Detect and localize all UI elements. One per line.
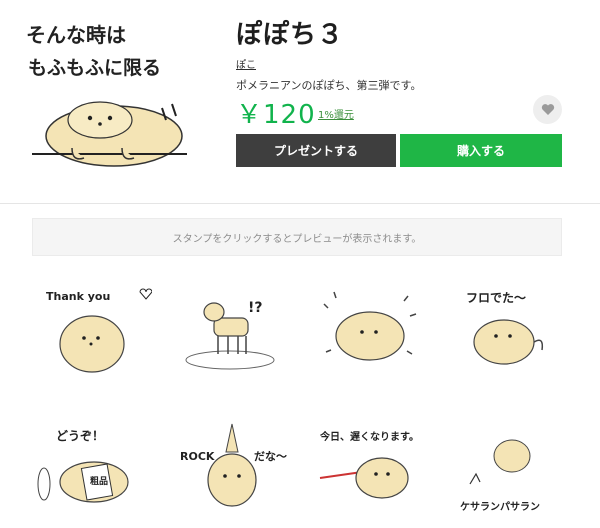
sticker-text: !? xyxy=(248,300,263,316)
sticker-text: ケサランパサラン xyxy=(460,501,540,513)
dog-eye-right xyxy=(107,115,113,121)
reward-link[interactable]: 1%還元 xyxy=(318,106,354,121)
gift-button-label: プレゼントする xyxy=(273,144,358,158)
sticker-item[interactable]: ケサランパサラン xyxy=(452,414,572,524)
buy-button-label: 購入する xyxy=(456,144,505,158)
sticker-out-of-bath: フロでた～ xyxy=(466,291,544,365)
sticker-text: 今日、遅くなります。 xyxy=(319,430,419,443)
product-price: ￥120 xyxy=(236,100,316,130)
section-divider xyxy=(0,203,600,204)
sticker-text-suffix: だな～ xyxy=(254,450,287,463)
fluff-ball xyxy=(493,439,531,473)
sticker-text: フロでた～ xyxy=(466,291,526,305)
sticker-surprised: !? xyxy=(185,300,275,370)
sticker-item[interactable]: 今日、遅くなります。 xyxy=(312,414,432,524)
dog-body xyxy=(207,453,257,507)
dog-body xyxy=(355,457,409,499)
dog-head xyxy=(203,302,225,322)
gift-paper-text: 粗品 xyxy=(90,475,108,487)
sticker-item[interactable]: !? xyxy=(172,274,292,384)
speech-bubble xyxy=(37,467,51,501)
sticker-text: ROCK xyxy=(180,450,215,463)
dog-head xyxy=(67,101,133,139)
heart-icon xyxy=(541,104,554,115)
dog-body xyxy=(213,317,249,337)
sticker-thank-you: Thank you xyxy=(46,288,153,373)
favorite-button[interactable] xyxy=(533,95,562,124)
sticker-item[interactable] xyxy=(312,274,432,384)
main-sticker-text-line1: そんな時は xyxy=(26,23,126,47)
dog-body xyxy=(473,319,535,365)
product-description: ポメラニアンのぽぽち、第三弾です。 xyxy=(236,79,422,92)
main-sticker-text-line2: もふもふに限る xyxy=(28,57,161,79)
sticker-shaking xyxy=(323,291,417,361)
sticker-item[interactable]: どうぞ！ 粗品 xyxy=(32,414,152,524)
preview-hint-text: スタンプをクリックするとプレビューが表示されます。 xyxy=(172,233,422,245)
heart-icon xyxy=(139,288,153,300)
dog-nose xyxy=(98,122,102,126)
buy-button[interactable]: 購入する xyxy=(400,134,562,167)
sticker-item[interactable]: フロでた～ xyxy=(452,274,572,384)
dog-eye-left xyxy=(87,115,93,121)
sticker-running-late: 今日、遅くなります。 xyxy=(319,430,419,499)
sticker-item[interactable]: Thank you xyxy=(32,274,153,384)
sticker-here-you-go: どうぞ！ 粗品 xyxy=(37,429,129,503)
product-title: ぽぽち３ xyxy=(236,20,345,50)
dog-body xyxy=(335,311,405,361)
dog-hair-spike xyxy=(225,423,239,453)
sticker-text: どうぞ！ xyxy=(56,429,104,443)
product-header: そんな時は もふもふに限る ぽぽち３ ぽこ ポメラニアンのぽぽち、第三弾です。 … xyxy=(0,0,600,200)
main-sticker-image: そんな時は もふもふに限る xyxy=(22,8,212,188)
sticker-item[interactable]: ROCK だな～ xyxy=(172,414,292,524)
preview-hint-bar: スタンプをクリックするとプレビューが表示されます。 xyxy=(32,218,562,256)
sticker-kesaran-pasaran: ケサランパサラン xyxy=(460,439,540,513)
sticker-rock: ROCK だな～ xyxy=(180,423,287,507)
author-link[interactable]: ぽこ xyxy=(236,56,256,71)
water-puddle xyxy=(185,350,275,370)
gift-button[interactable]: プレゼントする xyxy=(236,134,396,167)
dog-tail xyxy=(533,339,544,351)
sticker-text: Thank you xyxy=(46,290,110,303)
main-sticker-illustration: そんな時は もふもふに限る xyxy=(26,23,187,167)
arrow-icon xyxy=(469,472,481,485)
